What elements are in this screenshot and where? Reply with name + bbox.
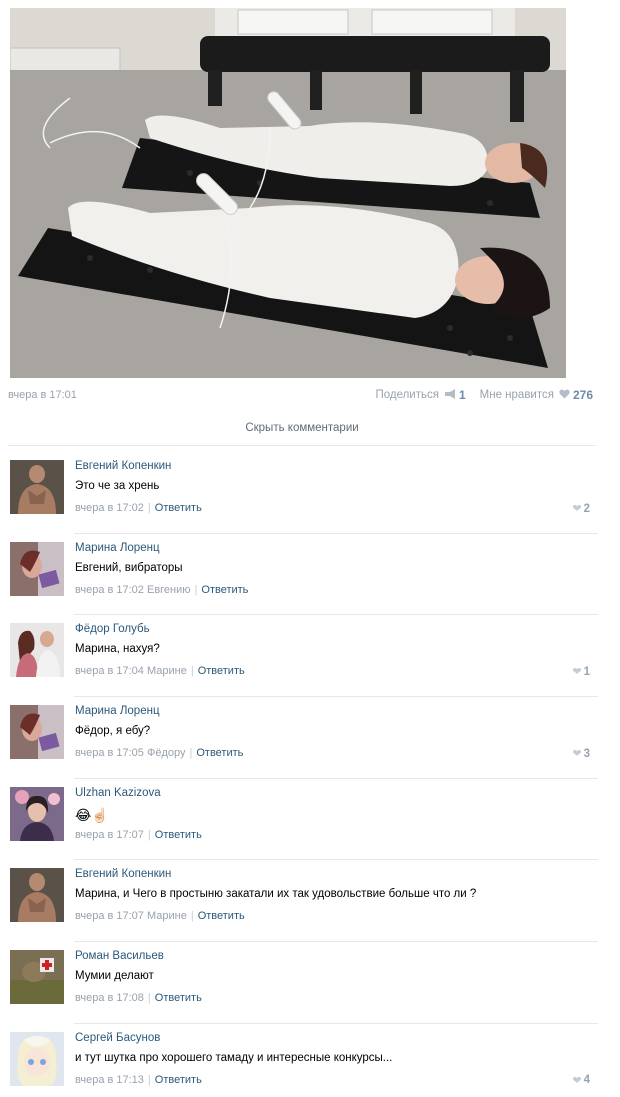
- comment-text: Фёдор, я ебу?: [75, 725, 151, 738]
- avatar[interactable]: [10, 541, 64, 596]
- comment-footer: вчера в 17:02 | Ответить: [75, 502, 202, 514]
- reply-to[interactable]: Евгению: [147, 584, 191, 596]
- heart-icon: [559, 389, 570, 402]
- comment-time[interactable]: вчера в 17:07: [75, 829, 144, 841]
- heart-icon: ❤: [572, 503, 582, 515]
- comment-time[interactable]: вчера в 17:02: [75, 502, 144, 514]
- comment-text: Это че за хрень: [75, 480, 160, 492]
- comment-like-button[interactable]: ❤ 3: [572, 747, 590, 761]
- comment-time[interactable]: вчера в 17:05: [75, 747, 144, 759]
- separator: |: [147, 828, 151, 841]
- separator: |: [147, 502, 151, 514]
- reply-button[interactable]: Ответить: [155, 502, 202, 514]
- avatar[interactable]: [10, 786, 64, 841]
- comment-author[interactable]: Марина Лоренц: [75, 705, 160, 717]
- comment-like-count: 3: [583, 747, 590, 760]
- comment-like-button[interactable]: ❤ 2: [572, 502, 590, 516]
- comment-author[interactable]: Фёдор Голубь: [75, 623, 150, 635]
- comment-footer: вчера в 17:08 | Ответить: [75, 992, 202, 1004]
- heart-icon: ❤: [572, 666, 582, 679]
- share-button[interactable]: Поделиться 1: [375, 388, 465, 402]
- avatar[interactable]: [10, 868, 64, 923]
- reply-button[interactable]: Ответить: [198, 910, 245, 922]
- comment-text: Мумии делают: [75, 970, 154, 983]
- comment-footer: вчера в 17:07 | Ответить: [75, 829, 202, 841]
- heart-icon: ❤: [572, 748, 582, 761]
- comment-author[interactable]: Евгений Копенкин: [75, 868, 171, 880]
- post-timestamp[interactable]: вчера в 17:01: [8, 389, 77, 401]
- share-label: Поделиться: [375, 389, 439, 401]
- comment-author[interactable]: Роман Васильев: [75, 950, 164, 962]
- comment-footer: вчера в 17:05 Фёдору | Ответить: [75, 747, 243, 759]
- separator: |: [194, 583, 198, 596]
- comment-time[interactable]: вчера в 17:02: [75, 584, 144, 596]
- comment-item: Евгений Копенкин Это че за хрень вчера в…: [0, 452, 620, 534]
- reply-button[interactable]: Ответить: [198, 665, 245, 677]
- post-photo[interactable]: [10, 8, 566, 378]
- comment-footer: вчера в 17:07 Марине | Ответить: [75, 910, 245, 922]
- avatar[interactable]: [10, 623, 64, 678]
- reply-to[interactable]: Фёдору: [147, 747, 186, 759]
- comment-text: Евгений, вибраторы: [75, 561, 183, 574]
- separator: |: [190, 665, 194, 678]
- comment-like-button[interactable]: ❤ 1: [572, 665, 590, 679]
- comment-item: Фёдор Голубь Марина, нахуя? вчера в 17:0…: [0, 615, 620, 697]
- comments-list: Евгений Копенкин Это че за хрень вчера в…: [0, 452, 620, 1097]
- comment-like-count: 1: [583, 665, 590, 678]
- avatar[interactable]: [10, 460, 64, 514]
- separator: |: [189, 747, 193, 760]
- post-meta: вчера в 17:01 Поделиться 1 Мне нравится …: [8, 388, 593, 404]
- comment-text: Марина, и Чего в простыню закатали их та…: [75, 888, 477, 901]
- comment-item: Марина Лоренц Евгений, вибраторы вчера в…: [0, 534, 620, 616]
- post-actions: Поделиться 1 Мне нравится 276: [375, 388, 593, 402]
- comment-time[interactable]: вчера в 17:08: [75, 992, 144, 1004]
- comment-footer: вчера в 17:13 | Ответить: [75, 1074, 202, 1086]
- comment-text: 😂☝🏻: [75, 806, 109, 823]
- comment-like-count: 4: [583, 1074, 590, 1087]
- comment-author[interactable]: Марина Лоренц: [75, 542, 160, 554]
- comment-item: Роман Васильев Мумии делают вчера в 17:0…: [0, 942, 620, 1024]
- avatar[interactable]: [10, 1031, 64, 1086]
- avatar[interactable]: [10, 705, 64, 760]
- share-count: 1: [458, 388, 466, 402]
- reply-button[interactable]: Ответить: [196, 747, 243, 759]
- like-label: Мне нравится: [479, 389, 554, 401]
- separator: |: [190, 910, 194, 923]
- reply-button[interactable]: Ответить: [155, 829, 202, 841]
- comment-text: Марина, нахуя?: [75, 643, 160, 656]
- comment-item: Сергей Басунов и тут шутка про хорошего …: [0, 1024, 620, 1097]
- comment-item: Марина Лоренц Фёдор, я ебу? вчера в 17:0…: [0, 697, 620, 779]
- megaphone-icon: [444, 388, 456, 402]
- comment-like-button[interactable]: ❤ 4: [572, 1074, 590, 1087]
- comment-footer: вчера в 17:04 Марине | Ответить: [75, 665, 245, 677]
- reply-to[interactable]: Марине: [147, 910, 187, 922]
- heart-icon: ❤: [572, 1074, 582, 1087]
- comment-item: Евгений Копенкин Марина, и Чего в просты…: [0, 860, 620, 942]
- comment-time[interactable]: вчера в 17:13: [75, 1074, 144, 1086]
- comment-time[interactable]: вчера в 17:04: [75, 665, 144, 677]
- comment-author[interactable]: Ulzhan Kazizova: [75, 787, 161, 799]
- comment-footer: вчера в 17:02 Евгению | Ответить: [75, 584, 248, 596]
- like-button[interactable]: Мне нравится 276: [480, 388, 593, 402]
- like-count: 276: [572, 388, 593, 402]
- separator: |: [147, 1073, 151, 1086]
- reply-button[interactable]: Ответить: [155, 992, 202, 1004]
- reply-to[interactable]: Марине: [147, 665, 187, 677]
- avatar[interactable]: [10, 950, 64, 1005]
- reply-button[interactable]: Ответить: [155, 1074, 202, 1086]
- comment-author[interactable]: Сергей Басунов: [75, 1032, 160, 1044]
- reply-button[interactable]: Ответить: [201, 584, 248, 596]
- comment-author[interactable]: Евгений Копенкин: [75, 460, 171, 472]
- separator: |: [147, 992, 151, 1005]
- hide-comments-link[interactable]: Скрыть комментарии: [8, 422, 596, 446]
- comment-time[interactable]: вчера в 17:07: [75, 910, 144, 922]
- comment-item: Ulzhan Kazizova 😂☝🏻 вчера в 17:07 | Ответи…: [0, 779, 620, 861]
- comment-text: и тут шутка про хорошего тамаду и интере…: [75, 1051, 393, 1064]
- comment-like-count: 2: [583, 502, 590, 515]
